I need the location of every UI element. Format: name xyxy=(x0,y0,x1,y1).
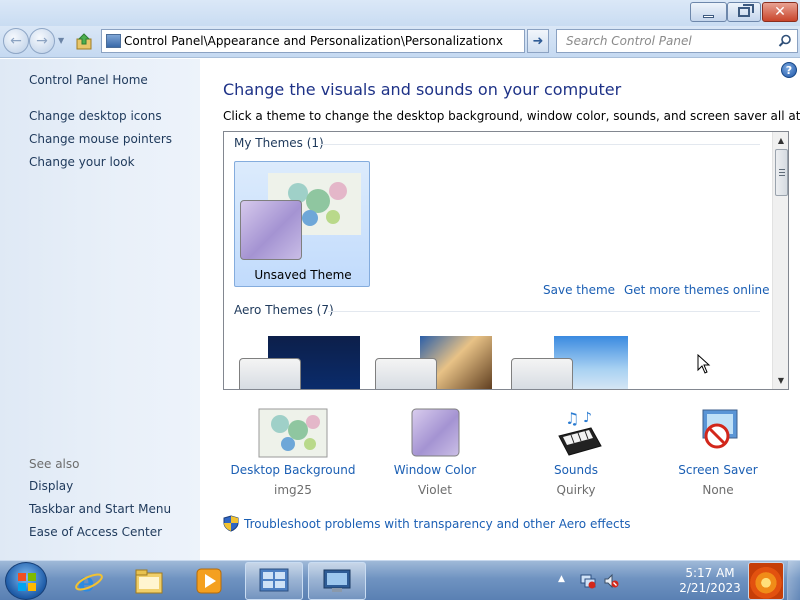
screen-saver-value: None xyxy=(702,483,734,497)
scroll-down-icon[interactable]: ▼ xyxy=(773,372,788,388)
sounds-value: Quirky xyxy=(556,483,596,497)
taskbar-display-window[interactable] xyxy=(308,562,366,600)
windows-logo-icon xyxy=(18,573,36,591)
address-bar[interactable]: Control Panel\Appearance and Personaliza… xyxy=(101,29,621,53)
theme-unsaved[interactable]: Unsaved Theme xyxy=(234,161,370,287)
desktop-background-value: img25 xyxy=(274,483,312,497)
aero-theme-characters-swatch xyxy=(511,358,573,389)
window-color-icon xyxy=(411,408,460,457)
sounds-icon: ♫ ♪ xyxy=(558,409,602,456)
volume-muted-icon[interactable] xyxy=(603,573,619,589)
theme-list: My Themes (1) Unsaved Theme Save theme G… xyxy=(223,131,789,390)
up-folder-icon[interactable] xyxy=(75,33,93,51)
change-your-look-link[interactable]: Change your look xyxy=(29,155,135,169)
svg-text:♫: ♫ xyxy=(565,409,579,428)
go-button[interactable]: ➜ xyxy=(527,29,549,53)
forward-arrow-icon: → xyxy=(36,33,48,49)
troubleshoot-link[interactable]: Troubleshoot problems with transparency … xyxy=(223,515,631,532)
close-icon: ✕ xyxy=(774,4,786,20)
aero-theme-windows7-swatch xyxy=(239,358,301,389)
scroll-up-icon[interactable]: ▲ xyxy=(773,132,788,148)
my-themes-group-label: My Themes (1) xyxy=(234,136,324,150)
minimize-button[interactable] xyxy=(690,2,727,22)
navigation-bar: ← → ▼ Control Panel\Appearance and Perso… xyxy=(0,26,800,58)
uac-shield-icon xyxy=(223,515,239,532)
back-button[interactable]: ← xyxy=(3,28,29,54)
clock-date: 2/21/2023 xyxy=(679,581,741,595)
troubleshoot-link-text[interactable]: Troubleshoot problems with transparency … xyxy=(244,517,631,531)
window-color-label[interactable]: Window Color xyxy=(365,463,505,477)
taskbar-start-menu-link[interactable]: Taskbar and Start Menu xyxy=(29,502,171,516)
minimize-icon xyxy=(703,14,714,18)
start-button[interactable] xyxy=(5,562,47,600)
go-arrow-icon: ➜ xyxy=(532,33,544,49)
media-player-icon xyxy=(196,568,222,594)
internet-explorer-icon: e xyxy=(75,568,103,596)
change-desktop-icons-link[interactable]: Change desktop icons xyxy=(29,109,162,123)
mouse-cursor-icon xyxy=(697,354,711,374)
monitor-icon xyxy=(323,569,351,592)
scroll-thumb[interactable] xyxy=(775,149,788,196)
taskbar-media-player[interactable] xyxy=(180,562,238,600)
theme-list-scrollbar[interactable]: ▲ ▼ xyxy=(772,132,788,389)
show-desktop-button[interactable] xyxy=(787,561,800,600)
aero-theme-architecture-swatch xyxy=(375,358,437,389)
page-instructions: Click a theme to change the desktop back… xyxy=(223,109,800,123)
user-picture-tile[interactable] xyxy=(748,562,784,600)
window-color-value: Violet xyxy=(417,483,453,497)
theme-name: Unsaved Theme xyxy=(254,268,352,282)
sidebar: Control Panel Home Change desktop icons … xyxy=(0,59,200,560)
show-hidden-icons-button[interactable]: ▲ xyxy=(558,574,565,584)
taskbar-clock[interactable]: 5:17 AM 2/21/2023 xyxy=(670,566,750,596)
see-also-heading: See also xyxy=(29,457,80,471)
aero-themes-group-label: Aero Themes (7) xyxy=(234,303,334,317)
control-panel-icon xyxy=(106,34,121,48)
search-box[interactable]: Search Control Panel xyxy=(556,29,798,53)
sounds-label[interactable]: Sounds xyxy=(506,463,646,477)
control-panel-home-link[interactable]: Control Panel Home xyxy=(29,73,148,87)
group-divider xyxy=(328,311,760,312)
display-link[interactable]: Display xyxy=(29,479,73,493)
group-divider xyxy=(320,144,760,145)
screen-saver-label[interactable]: Screen Saver xyxy=(648,463,788,477)
grip-line xyxy=(779,172,785,173)
desktop-background-label[interactable]: Desktop Background xyxy=(223,463,363,477)
main-content: ? Change the visuals and sounds on your … xyxy=(200,59,800,560)
grip-line xyxy=(779,175,785,176)
get-more-themes-link[interactable]: Get more themes online xyxy=(624,283,770,297)
save-theme-link[interactable]: Save theme xyxy=(543,283,615,297)
forward-button[interactable]: → xyxy=(29,28,55,54)
personalization-window: ✕ ← → ▼ Control Panel\Appearance and Per… xyxy=(0,0,800,560)
close-button[interactable]: ✕ xyxy=(762,2,798,22)
network-icon[interactable] xyxy=(580,573,596,589)
theme-color-swatch xyxy=(240,200,302,260)
taskbar-explorer[interactable] xyxy=(120,562,178,600)
back-arrow-icon: ← xyxy=(10,33,22,49)
control-panel-icon xyxy=(259,568,289,592)
recent-pages-dropdown-icon[interactable]: ▼ xyxy=(58,36,64,45)
ease-of-access-link[interactable]: Ease of Access Center xyxy=(29,525,162,539)
taskbar-control-panel[interactable] xyxy=(245,562,303,600)
taskbar-internet-explorer[interactable]: e xyxy=(60,562,118,600)
help-icon[interactable]: ? xyxy=(781,62,797,78)
change-mouse-pointers-link[interactable]: Change mouse pointers xyxy=(29,132,172,146)
grip-line xyxy=(779,169,785,170)
svg-text:♪: ♪ xyxy=(583,410,592,426)
restore-button[interactable] xyxy=(727,2,761,22)
screen-saver-icon xyxy=(702,409,738,449)
search-icon[interactable] xyxy=(778,34,792,48)
folder-icon xyxy=(135,569,163,594)
desktop-background-icon xyxy=(258,408,328,458)
taskbar: e ▲ 5:17 AM 2/21/2023 xyxy=(0,560,800,600)
address-text[interactable]: Control Panel\Appearance and Personaliza… xyxy=(124,34,503,48)
title-bar: ✕ xyxy=(0,0,800,26)
page-title: Change the visuals and sounds on your co… xyxy=(223,80,622,99)
clock-time: 5:17 AM xyxy=(685,566,735,580)
restore-icon xyxy=(738,4,754,17)
search-placeholder: Search Control Panel xyxy=(566,34,692,48)
